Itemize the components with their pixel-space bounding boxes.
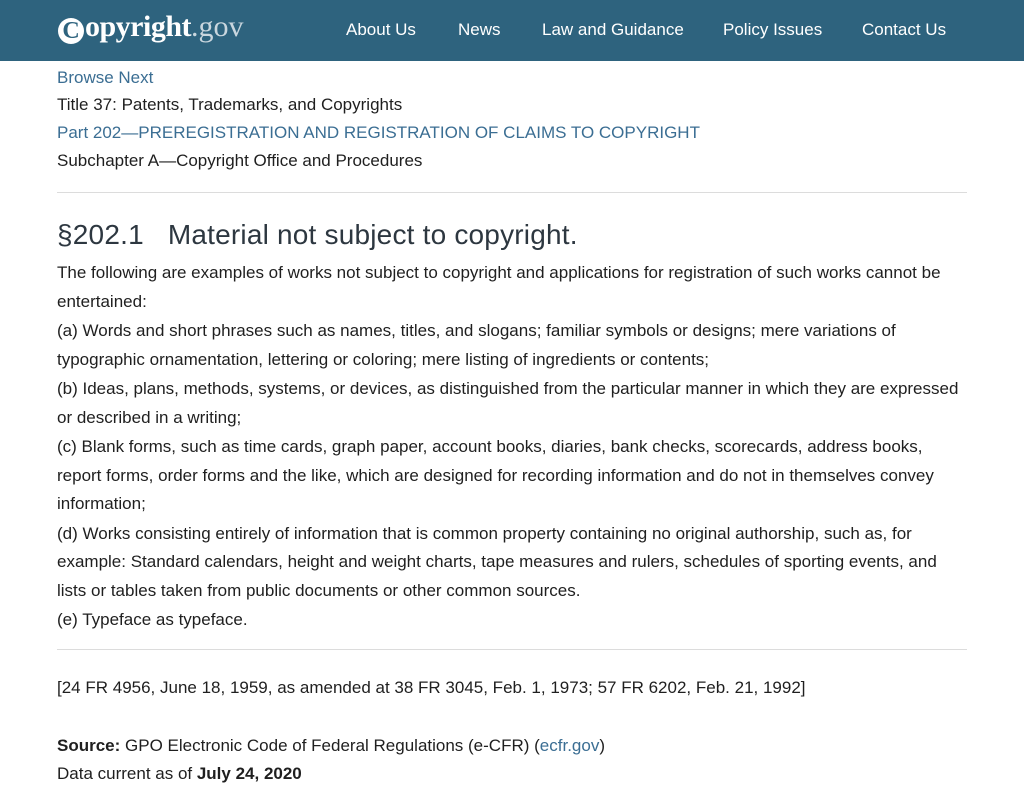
main-content: Browse Next Title 37: Patents, Trademark… — [0, 67, 1024, 788]
nav-law-and-guidance[interactable]: Law and Guidance — [542, 20, 684, 40]
section-body: The following are examples of works not … — [57, 259, 967, 635]
section-heading: Material not subject to copyright. — [167, 219, 578, 250]
section-number: §202.1 — [57, 219, 144, 250]
paragraph-d: (d) Works consisting entirely of informa… — [57, 523, 937, 600]
site-header: C opyright .gov About Us News Law and Gu… — [0, 0, 1024, 61]
source-line: Source: GPO Electronic Code of Federal R… — [57, 732, 967, 760]
ecfr-link[interactable]: ecfr.gov — [540, 736, 600, 755]
browse-next-link[interactable]: Browse Next — [57, 67, 967, 89]
paragraph-c: (c) Blank forms, such as time cards, gra… — [57, 437, 934, 513]
paragraph-intro: The following are examples of works not … — [57, 263, 941, 311]
nav-about-us[interactable]: About Us — [346, 20, 416, 40]
nav-contact-us[interactable]: Contact Us — [862, 20, 946, 40]
divider — [57, 192, 967, 193]
source-close: ) — [599, 735, 606, 755]
divider — [57, 648, 967, 650]
source-label: Source: — [57, 735, 121, 755]
citation: [24 FR 4956, June 18, 1959, as amended a… — [57, 677, 806, 697]
breadcrumb-title: Title 37: Patents, Trademarks, and Copyr… — [57, 95, 403, 114]
main-nav: About Us News Law and Guidance Policy Is… — [0, 0, 1024, 61]
breadcrumb: Title 37: Patents, Trademarks, and Copyr… — [57, 91, 967, 175]
nav-policy-issues[interactable]: Policy Issues — [723, 20, 822, 40]
section-title: §202.1 Material not subject to copyright. — [57, 219, 967, 251]
paragraph-e: (e) Typeface as typeface. — [57, 610, 248, 629]
paragraph-a: (a) Words and short phrases such as name… — [57, 321, 896, 369]
source-text: GPO Electronic Code of Federal Regulatio… — [120, 735, 540, 755]
nav-news[interactable]: News — [458, 20, 501, 40]
breadcrumb-subchapter: Subchapter A—Copyright Office and Proced… — [57, 151, 423, 170]
data-current-prefix: Data current as of — [57, 763, 197, 783]
source-block: Source: GPO Electronic Code of Federal R… — [57, 732, 967, 788]
breadcrumb-part-link[interactable]: Part 202—PREREGISTRATION AND REGISTRATIO… — [57, 119, 967, 147]
data-current-line: Data current as of July 24, 2020 — [57, 760, 967, 788]
data-current-date: July 24, 2020 — [196, 763, 302, 783]
paragraph-b: (b) Ideas, plans, methods, systems, or d… — [57, 379, 959, 427]
